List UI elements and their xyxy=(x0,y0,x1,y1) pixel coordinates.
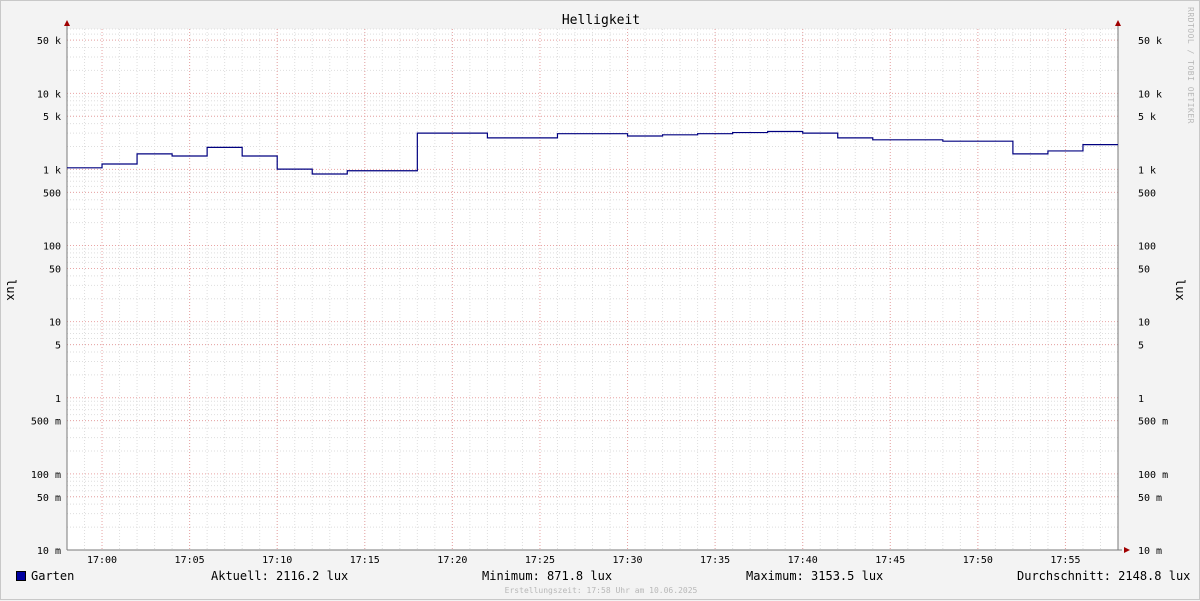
y-tick-label-right: 5 k xyxy=(1138,112,1156,123)
y-axis-left-arrow-icon xyxy=(64,20,70,26)
y-tick-label-left: 1 xyxy=(55,394,61,405)
brightness-chart: 50 k 50 k 10 k 10 k 5 k 5 k 1 k 1 k 500 500 100 100… xyxy=(31,13,1168,566)
y-tick-label-right: 500 m xyxy=(1138,417,1168,428)
y-tick-label-right: 5 xyxy=(1138,341,1144,352)
y-tick-label-right: 1 xyxy=(1138,394,1144,405)
y-tick-label-left: 1 k xyxy=(43,165,61,176)
grid xyxy=(66,28,1119,551)
y-tick-label-right: 50 k xyxy=(1138,36,1162,47)
x-tick-label: 17:50 xyxy=(963,555,993,566)
x-tick-label: 17:00 xyxy=(87,555,117,566)
y-tick-label-left: 5 xyxy=(55,341,61,352)
y-tick-label-left: 50 m xyxy=(37,493,61,504)
y-tick-label-right: 100 m xyxy=(1138,470,1168,481)
x-tick-label: 17:45 xyxy=(875,555,905,566)
legend-swatch-garten xyxy=(16,571,26,581)
y-tick-label-left: 5 k xyxy=(43,112,61,123)
legend-maximum: Maximum: 3153.5 lux xyxy=(746,569,884,583)
y-tick-label-right: 50 m xyxy=(1138,493,1162,504)
x-tick-label: 17:30 xyxy=(612,555,642,566)
y-tick-label-left: 500 xyxy=(43,188,61,199)
x-tick-label: 17:05 xyxy=(175,555,205,566)
rrdtool-watermark: RRDTOOL / TOBI OETIKER xyxy=(1186,7,1195,124)
y-axis-label-right: lux xyxy=(1173,279,1187,301)
x-tick-label: 17:35 xyxy=(700,555,730,566)
y-tick-label-left: 10 m xyxy=(37,546,61,557)
y-tick-label-right: 50 xyxy=(1138,264,1150,275)
y-tick-label-left: 100 xyxy=(43,242,61,253)
y-tick-label-left: 100 m xyxy=(31,470,61,481)
creation-time-footer: Erstellungszeit: 17:58 Uhr am 10.06.2025 xyxy=(504,586,698,595)
legend-current: Aktuell: 2116.2 lux xyxy=(211,569,349,583)
y-axis-right-arrow-icon xyxy=(1115,20,1121,26)
y-tick-label-right: 10 m xyxy=(1138,546,1162,557)
y-tick-label-right: 500 xyxy=(1138,188,1156,199)
y-tick-label-right: 10 xyxy=(1138,318,1150,329)
y-tick-label-left: 50 k xyxy=(37,36,61,47)
x-tick-label: 17:40 xyxy=(788,555,818,566)
y-tick-label-right: 1 k xyxy=(1138,165,1156,176)
y-axis-label-left: lux xyxy=(4,279,18,301)
chart-title: Helligkeit xyxy=(562,13,640,28)
legend-series-name: Garten xyxy=(31,569,75,583)
y-tick-label-left: 500 m xyxy=(31,417,61,428)
x-tick-label: 17:55 xyxy=(1050,555,1080,566)
y-tick-label-left: 10 k xyxy=(37,89,61,100)
y-tick-label-left: 10 xyxy=(49,318,61,329)
legend-minimum: Minimum: 871.8 lux xyxy=(482,569,613,583)
y-tick-label-right: 100 xyxy=(1138,242,1156,253)
x-tick-label: 17:25 xyxy=(525,555,555,566)
x-tick-label: 17:10 xyxy=(262,555,292,566)
x-axis-arrow-icon xyxy=(1124,547,1130,553)
chart-frame: 50 k 50 k 10 k 10 k 5 k 5 k 1 k 1 k 500 500 100 100… xyxy=(0,0,1200,600)
y-tick-label-left: 50 xyxy=(49,264,61,275)
x-tick-label: 17:20 xyxy=(437,555,467,566)
legend-average: Durchschnitt: 2148.8 lux xyxy=(1017,569,1191,583)
x-tick-label: 17:15 xyxy=(350,555,380,566)
y-tick-label-right: 10 k xyxy=(1138,89,1162,100)
